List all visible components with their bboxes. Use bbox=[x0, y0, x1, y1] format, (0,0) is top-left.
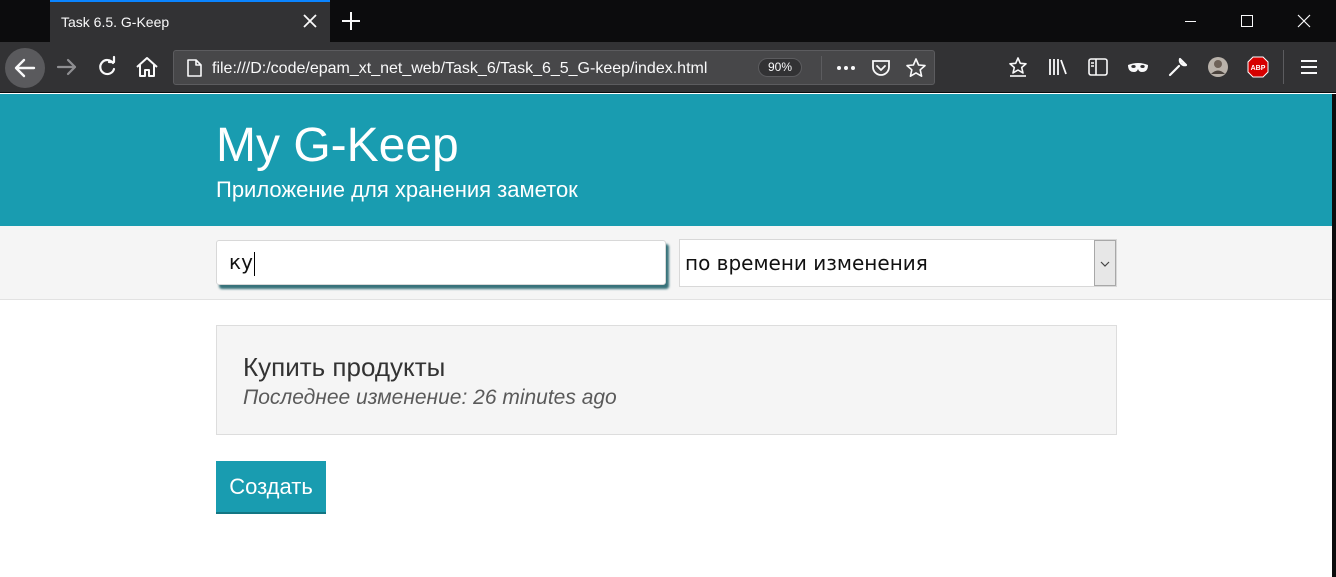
controls-bar: ку по времени изменения bbox=[0, 226, 1332, 300]
reload-icon bbox=[99, 55, 116, 76]
wrench-icon[interactable] bbox=[1166, 55, 1190, 79]
page-content: My G-Keep Приложение для хранения замето… bbox=[0, 94, 1332, 577]
adblock-plus-icon[interactable]: ABP bbox=[1246, 55, 1270, 79]
toolbar-separator bbox=[1283, 50, 1284, 84]
app-header: My G-Keep Приложение для хранения замето… bbox=[0, 94, 1332, 226]
note-card[interactable]: Купить продукты Последнее изменение: 26 … bbox=[216, 325, 1117, 435]
browser-toolbar: file:///D:/code/epam_xt_net_web/Task_6/T… bbox=[0, 42, 1336, 93]
select-dropdown-button[interactable] bbox=[1094, 240, 1116, 286]
note-last-modified: Последнее изменение: 26 minutes ago bbox=[243, 386, 617, 410]
tab-title: Task 6.5. G-Keep bbox=[61, 14, 170, 30]
window-minimize-button[interactable] bbox=[1163, 0, 1219, 42]
app-subtitle: Приложение для хранения заметок bbox=[216, 177, 578, 202]
note-title: Купить продукты bbox=[243, 352, 446, 382]
note-meta-label: Последнее изменение: bbox=[243, 386, 474, 409]
hamburger-menu-icon[interactable] bbox=[1297, 55, 1321, 79]
sidebar-icon[interactable] bbox=[1086, 55, 1110, 79]
home-icon bbox=[136, 57, 158, 77]
home-button[interactable] bbox=[132, 52, 162, 82]
window-maximize-button[interactable] bbox=[1219, 0, 1275, 42]
tab-close-icon[interactable] bbox=[300, 11, 320, 31]
forward-arrow-icon bbox=[56, 58, 77, 76]
window-border bbox=[1332, 94, 1336, 577]
window-close-button[interactable] bbox=[1276, 0, 1332, 42]
browser-tab-bar: Task 6.5. G-Keep bbox=[0, 0, 1336, 42]
app-title: My G-Keep bbox=[216, 119, 459, 172]
chevron-down-icon bbox=[1100, 261, 1110, 267]
back-button[interactable] bbox=[5, 48, 45, 88]
sort-select-value: по времени изменения bbox=[685, 251, 928, 275]
search-input[interactable]: ку bbox=[216, 240, 666, 285]
url-text: file:///D:/code/epam_xt_net_web/Task_6/T… bbox=[212, 60, 708, 77]
sort-select[interactable]: по времени изменения bbox=[679, 239, 1117, 287]
reload-button[interactable] bbox=[92, 52, 122, 82]
new-tab-button[interactable] bbox=[338, 8, 364, 34]
address-bar[interactable]: file:///D:/code/epam_xt_net_web/Task_6/T… bbox=[173, 50, 935, 85]
browser-tab[interactable]: Task 6.5. G-Keep bbox=[50, 0, 330, 42]
more-actions-icon[interactable] bbox=[835, 57, 857, 79]
bookmark-star-icon[interactable] bbox=[905, 57, 927, 79]
text-caret bbox=[253, 251, 255, 276]
back-arrow-icon bbox=[14, 58, 36, 78]
bookmarks-menu-icon[interactable] bbox=[1006, 55, 1030, 79]
library-icon[interactable] bbox=[1046, 55, 1070, 79]
zoom-badge[interactable]: 90% bbox=[758, 58, 803, 77]
pocket-icon[interactable] bbox=[870, 57, 892, 79]
note-meta-value: 26 minutes ago bbox=[473, 386, 617, 409]
account-avatar-icon[interactable] bbox=[1206, 55, 1230, 79]
page-icon bbox=[187, 59, 202, 77]
create-button[interactable]: Создать bbox=[216, 461, 326, 514]
url-separator bbox=[821, 56, 822, 80]
private-mask-icon[interactable] bbox=[1126, 55, 1150, 79]
search-input-value: ку bbox=[229, 250, 253, 274]
forward-button[interactable] bbox=[52, 52, 82, 82]
svg-text:ABP: ABP bbox=[1251, 65, 1266, 72]
